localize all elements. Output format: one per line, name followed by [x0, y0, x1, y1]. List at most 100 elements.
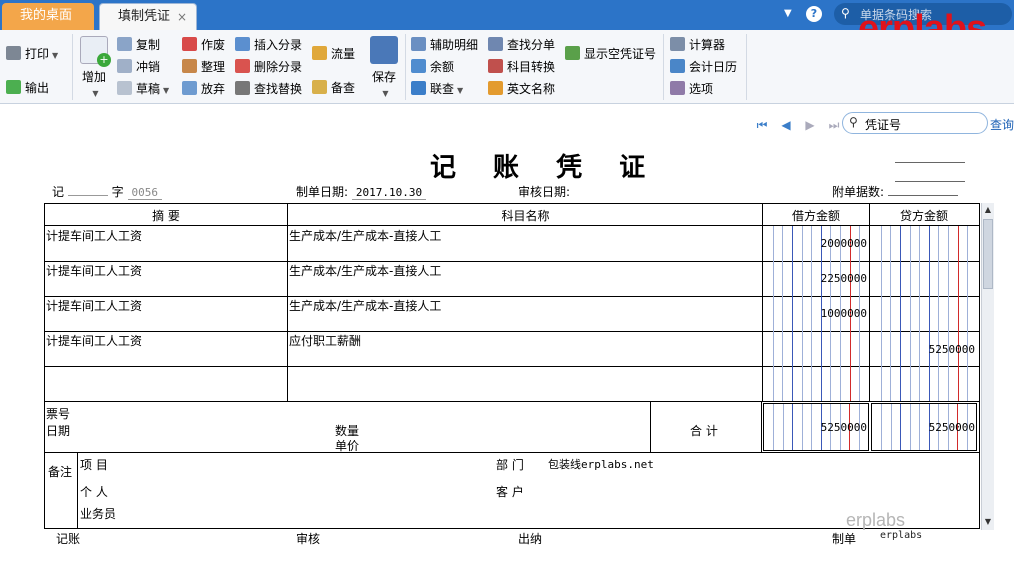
options-button[interactable]: 选项	[670, 80, 713, 98]
row-divider	[45, 401, 979, 402]
insert-entry-button[interactable]: 插入分录	[235, 36, 302, 54]
auditor-label: 审核	[296, 532, 321, 546]
tab-label: 我的桌面	[20, 8, 73, 23]
department-value[interactable]: 包装线erplabs.net	[548, 456, 654, 472]
title-bar: 我的桌面 填制凭证 × ▼ ? ⚲ 单据条码搜索 erplabs	[0, 0, 1014, 48]
previous-record-icon[interactable]: ◀	[778, 117, 794, 133]
void-label: 作废	[201, 38, 226, 52]
find-replace-button[interactable]: 查找替换	[235, 80, 302, 98]
save-button[interactable]: 保存 ▼	[368, 36, 400, 99]
row-account[interactable]: 生产成本/生产成本-直接人工	[289, 297, 441, 314]
add-label: 增加	[81, 70, 106, 84]
flow-icon	[312, 46, 327, 60]
delete-entry-button[interactable]: 删除分录	[235, 58, 302, 76]
row-debit[interactable]: 1000000	[763, 307, 867, 320]
row-account[interactable]: 生产成本/生产成本-直接人工	[289, 262, 441, 279]
row-debit[interactable]: 2250000	[763, 272, 867, 285]
row-summary[interactable]: 计提车间工人工资	[46, 332, 142, 349]
column-divider	[287, 204, 288, 402]
scrollbar-thumb[interactable]	[983, 219, 993, 289]
row-summary[interactable]: 计提车间工人工资	[46, 297, 142, 314]
save-icon	[370, 36, 398, 64]
ledger-line	[890, 226, 891, 401]
organize-button[interactable]: 整理	[182, 58, 225, 76]
show-empty-voucher-label: 显示空凭证号	[584, 47, 657, 61]
chevron-down-icon: ▼	[52, 51, 59, 60]
row-summary[interactable]: 计提车间工人工资	[46, 227, 142, 244]
voucher-type-label[interactable]: 记	[52, 185, 64, 199]
find-entry-icon	[488, 37, 503, 51]
voucher-date: 制单日期: 2017.10.30	[296, 185, 427, 200]
convert-icon	[488, 59, 503, 73]
scroll-down-icon[interactable]: ▼	[982, 516, 994, 528]
first-record-icon[interactable]: ⏮	[754, 117, 770, 133]
draft-button[interactable]: 草稿 ▼	[117, 80, 169, 98]
search-icon: ⚲	[849, 115, 858, 129]
voucher-number-search[interactable]: ⚲ 凭证号	[842, 112, 988, 134]
ledger-line	[958, 226, 959, 401]
discard-icon	[182, 81, 197, 95]
delete-row-icon	[235, 59, 250, 73]
memo-button[interactable]: 备查	[312, 79, 355, 97]
ledger-line	[948, 226, 949, 401]
draft-label: 草稿	[136, 82, 161, 96]
scroll-up-icon[interactable]: ▲	[982, 204, 994, 216]
chevron-down-icon: ▼	[92, 89, 99, 98]
help-icon[interactable]: ?	[806, 6, 822, 22]
voucher-title: 记 账 凭 证	[430, 153, 660, 183]
row-account[interactable]: 应付职工薪酬	[289, 332, 361, 349]
voucher-number[interactable]: 0056	[127, 186, 163, 200]
find-replace-icon	[235, 81, 250, 95]
row-credit[interactable]: 5250000	[871, 343, 975, 356]
voucher-entry-table: 摘 要 科目名称 借方金额 贷方金额 计提车间工人工资 生产成本/生产成本-直接…	[44, 203, 980, 529]
tab-fill-voucher[interactable]: 填制凭证 ×	[99, 3, 197, 30]
ledger-line	[900, 226, 901, 401]
voucher-no-icon	[565, 46, 580, 60]
chevron-down-icon: ▼	[163, 86, 170, 95]
chevron-down-icon[interactable]: ▼	[784, 8, 792, 19]
void-button[interactable]: 作废	[182, 36, 225, 54]
row-summary[interactable]: 计提车间工人工资	[46, 262, 142, 279]
reverse-button[interactable]: 冲销	[117, 58, 160, 76]
aux-detail-button[interactable]: 辅助明细	[411, 36, 478, 54]
english-name-button[interactable]: 英文名称	[488, 80, 555, 98]
voucher-number-search-value: 凭证号	[865, 118, 902, 132]
link-query-button[interactable]: 联查 ▼	[411, 80, 463, 98]
subject-convert-button[interactable]: 科目转换	[488, 58, 555, 76]
maker-value: erplabs	[880, 530, 923, 541]
flow-button[interactable]: 流量	[312, 45, 355, 63]
attachments-field[interactable]	[887, 195, 958, 196]
copy-button[interactable]: 复制	[117, 36, 160, 54]
date-value[interactable]: 2017.10.30	[351, 186, 427, 200]
export-button[interactable]: 输出	[6, 79, 49, 97]
column-divider	[77, 453, 78, 528]
link-query-label: 联查	[430, 82, 455, 96]
print-button[interactable]: 打印 ▼	[6, 45, 58, 63]
vertical-scrollbar[interactable]: ▲ ▼	[981, 203, 994, 530]
discard-label: 放弃	[201, 82, 226, 96]
save-label: 保存	[371, 70, 396, 84]
calculator-icon	[670, 37, 685, 51]
last-record-icon[interactable]: ⏭	[826, 117, 842, 133]
calendar-label: 会计日历	[689, 60, 738, 74]
total-label: 合 计	[690, 424, 718, 438]
calculator-button[interactable]: 计算器	[670, 36, 725, 54]
search-icon: ⚲	[841, 6, 850, 20]
find-entry-button[interactable]: 查找分单	[488, 36, 555, 54]
header-credit: 贷方金额	[899, 209, 948, 223]
tab-my-desktop[interactable]: 我的桌面	[2, 3, 94, 30]
add-button[interactable]: + 增加 ▼	[78, 36, 111, 99]
next-record-icon[interactable]: ▶	[802, 117, 818, 133]
ledger-line	[967, 226, 968, 401]
close-icon[interactable]: ×	[177, 4, 187, 30]
english-icon	[488, 81, 503, 95]
row-account[interactable]: 生产成本/生产成本-直接人工	[289, 227, 441, 244]
show-empty-voucher-button[interactable]: 显示空凭证号	[565, 45, 656, 63]
organize-icon	[182, 59, 197, 73]
calendar-button[interactable]: 会计日历	[670, 58, 737, 76]
query-link[interactable]: 查询	[990, 116, 1014, 133]
row-debit[interactable]: 2000000	[763, 237, 867, 250]
balance-button[interactable]: 余额	[411, 58, 454, 76]
discard-button[interactable]: 放弃	[182, 80, 225, 98]
credit-ledger-lines	[871, 226, 977, 401]
